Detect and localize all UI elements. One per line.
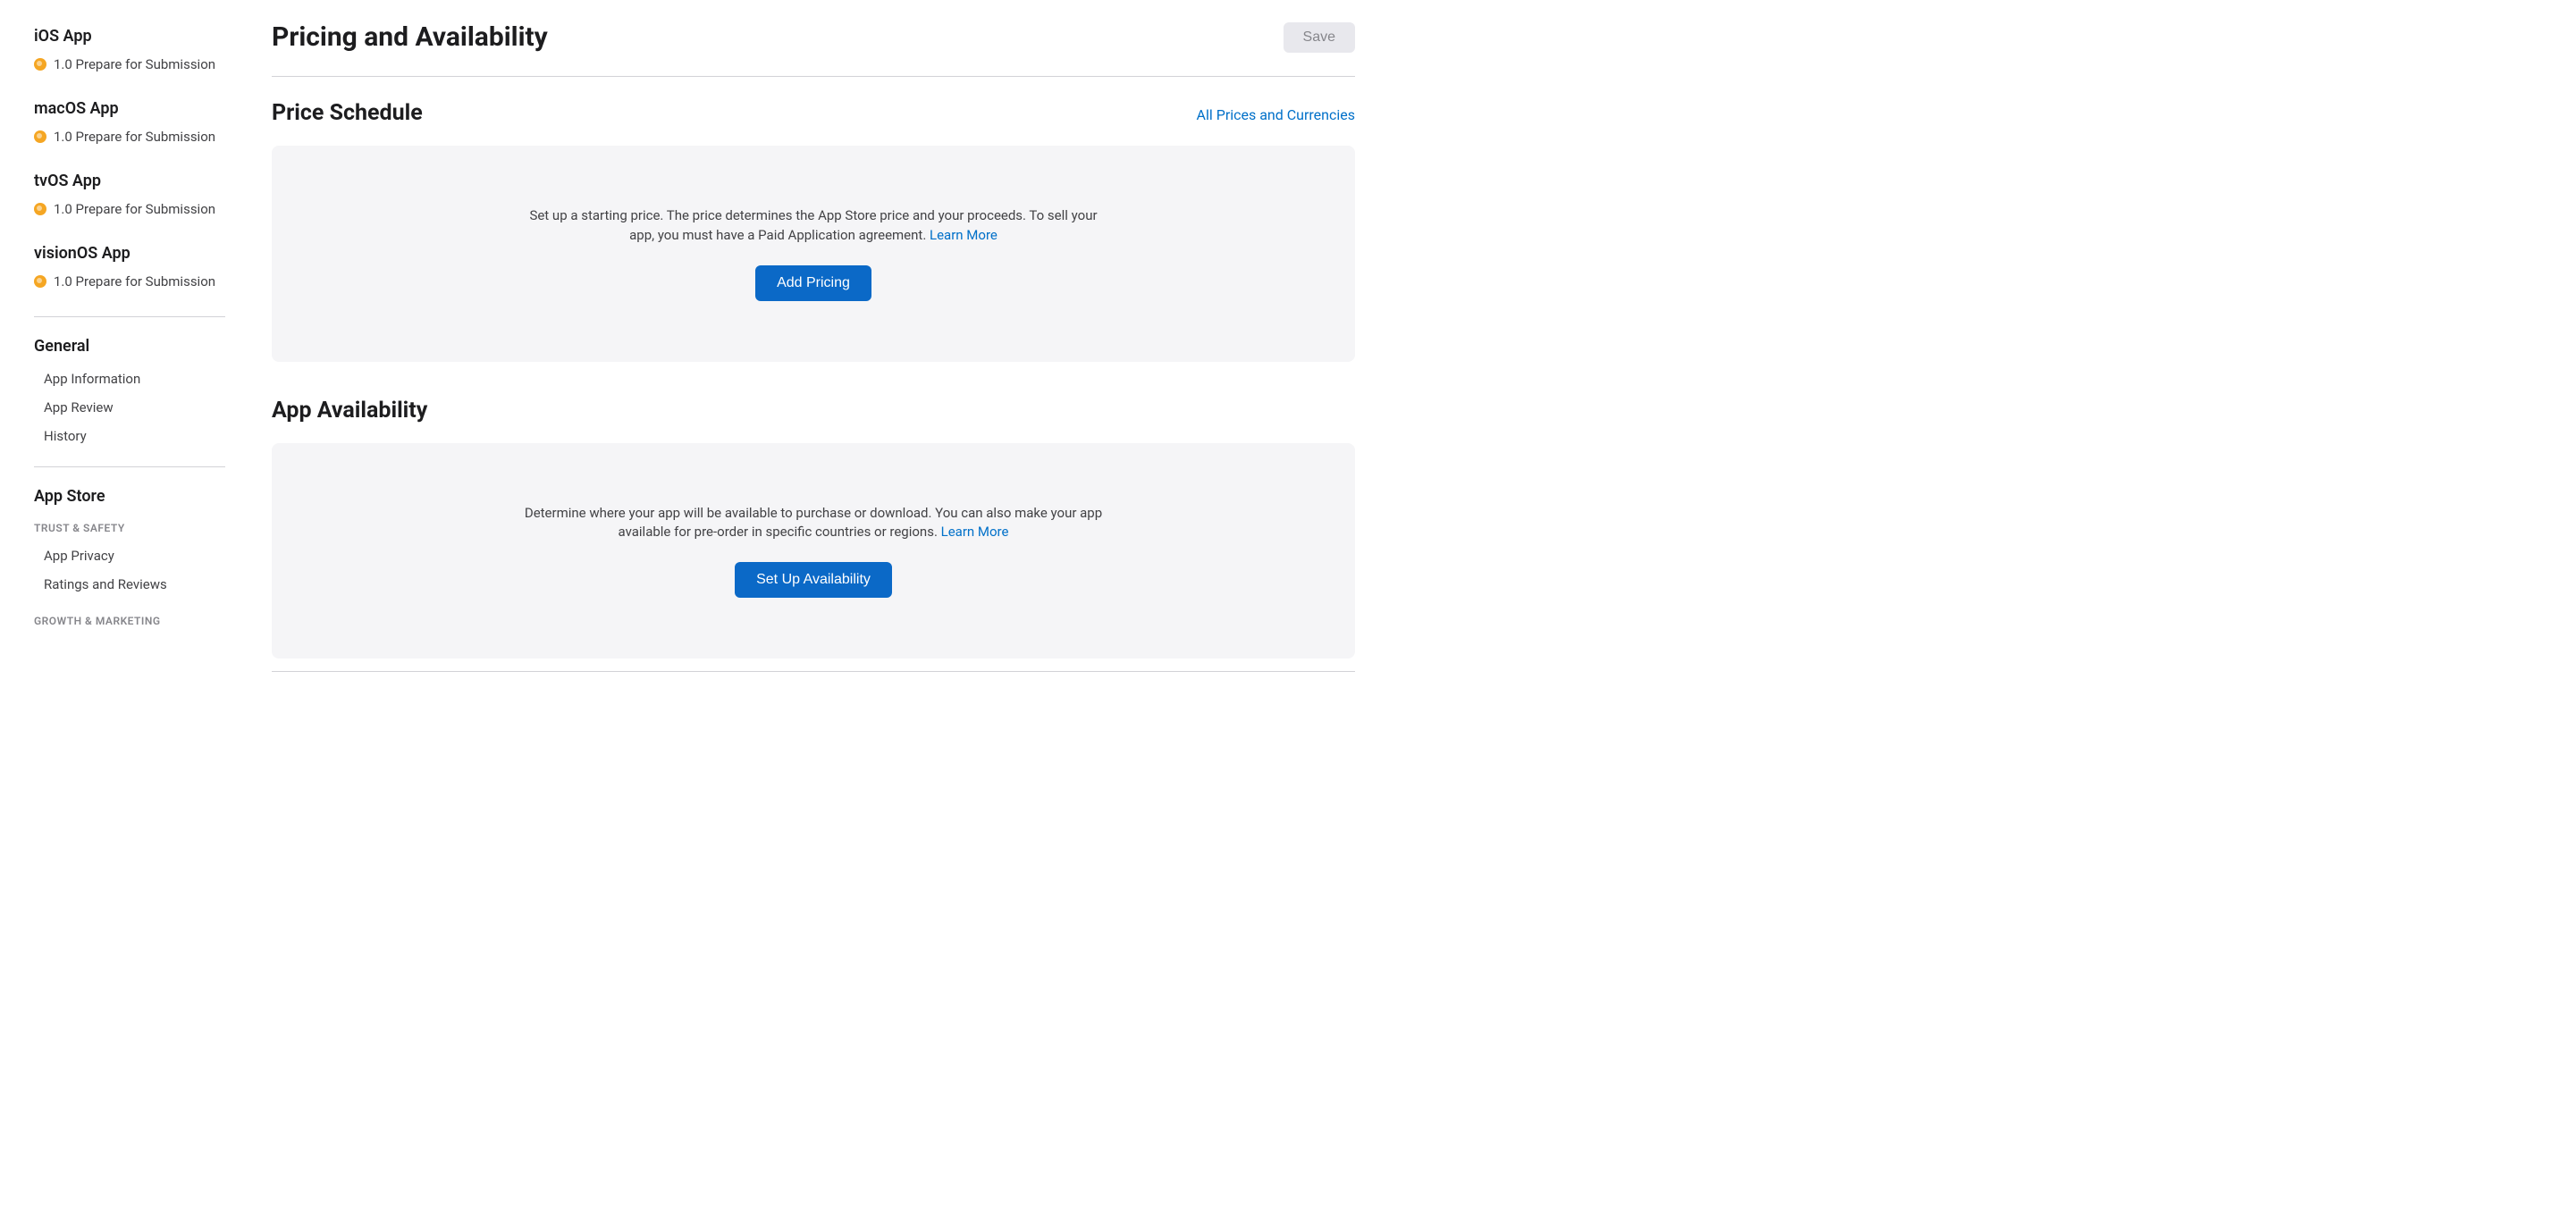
section-heading-appstore: App Store: [34, 487, 241, 506]
subsection-growth-marketing: GROWTH & MARKETING: [34, 615, 241, 627]
section-title-availability: App Availability: [272, 398, 427, 424]
platform-section-tvos: tvOS App 1.0 Prepare for Submission: [34, 172, 241, 219]
nav-item-app-review[interactable]: App Review: [34, 393, 241, 422]
platform-section-visionos: visionOS App 1.0 Prepare for Submission: [34, 244, 241, 291]
set-up-availability-button[interactable]: Set Up Availability: [735, 562, 892, 598]
section-divider: [272, 671, 1355, 672]
platform-heading[interactable]: visionOS App: [34, 244, 241, 263]
version-item[interactable]: 1.0 Prepare for Submission: [34, 55, 241, 74]
version-label: 1.0 Prepare for Submission: [54, 129, 215, 145]
availability-description: Determine where your app will be availab…: [518, 504, 1108, 543]
status-pending-icon: [34, 130, 46, 143]
main-content: Pricing and Availability Save Price Sche…: [241, 0, 1385, 1208]
nav-item-app-information[interactable]: App Information: [34, 365, 241, 393]
all-prices-link[interactable]: All Prices and Currencies: [1197, 106, 1355, 123]
page-header: Pricing and Availability Save: [272, 21, 1355, 77]
status-pending-icon: [34, 275, 46, 288]
add-pricing-button[interactable]: Add Pricing: [755, 265, 871, 301]
availability-description-text: Determine where your app will be availab…: [525, 505, 1102, 541]
version-label: 1.0 Prepare for Submission: [54, 273, 215, 289]
price-schedule-section: Price Schedule All Prices and Currencies…: [272, 100, 1355, 362]
platform-section-ios: iOS App 1.0 Prepare for Submission: [34, 27, 241, 74]
price-description-text: Set up a starting price. The price deter…: [529, 207, 1097, 243]
version-label: 1.0 Prepare for Submission: [54, 56, 215, 72]
price-learn-more-link[interactable]: Learn More: [930, 227, 998, 243]
status-pending-icon: [34, 203, 46, 215]
nav-item-ratings-reviews[interactable]: Ratings and Reviews: [34, 570, 241, 599]
nav-item-app-privacy[interactable]: App Privacy: [34, 541, 241, 570]
platform-heading[interactable]: tvOS App: [34, 172, 241, 190]
app-availability-section: App Availability Determine where your ap…: [272, 398, 1355, 673]
subsection-trust-safety: TRUST & SAFETY: [34, 522, 241, 534]
sidebar-divider: [34, 316, 225, 317]
version-item[interactable]: 1.0 Prepare for Submission: [34, 199, 241, 219]
save-button[interactable]: Save: [1284, 22, 1355, 53]
section-header: Price Schedule All Prices and Currencies: [272, 100, 1355, 126]
appstore-section: App Store TRUST & SAFETY App Privacy Rat…: [34, 487, 241, 627]
section-title-price: Price Schedule: [272, 100, 423, 126]
price-description: Set up a starting price. The price deter…: [518, 206, 1108, 246]
sidebar-divider: [34, 466, 225, 467]
price-panel: Set up a starting price. The price deter…: [272, 146, 1355, 362]
status-pending-icon: [34, 58, 46, 71]
section-heading-general: General: [34, 337, 241, 356]
nav-item-history[interactable]: History: [34, 422, 241, 450]
sidebar: iOS App 1.0 Prepare for Submission macOS…: [0, 0, 241, 1208]
version-item[interactable]: 1.0 Prepare for Submission: [34, 272, 241, 291]
page-title: Pricing and Availability: [272, 21, 548, 53]
platform-section-macos: macOS App 1.0 Prepare for Submission: [34, 99, 241, 147]
general-section: General App Information App Review Histo…: [34, 337, 241, 450]
platform-heading[interactable]: macOS App: [34, 99, 241, 118]
version-item[interactable]: 1.0 Prepare for Submission: [34, 127, 241, 147]
platform-heading[interactable]: iOS App: [34, 27, 241, 46]
availability-panel: Determine where your app will be availab…: [272, 443, 1355, 659]
availability-learn-more-link[interactable]: Learn More: [941, 524, 1009, 540]
version-label: 1.0 Prepare for Submission: [54, 201, 215, 217]
section-header: App Availability: [272, 398, 1355, 424]
